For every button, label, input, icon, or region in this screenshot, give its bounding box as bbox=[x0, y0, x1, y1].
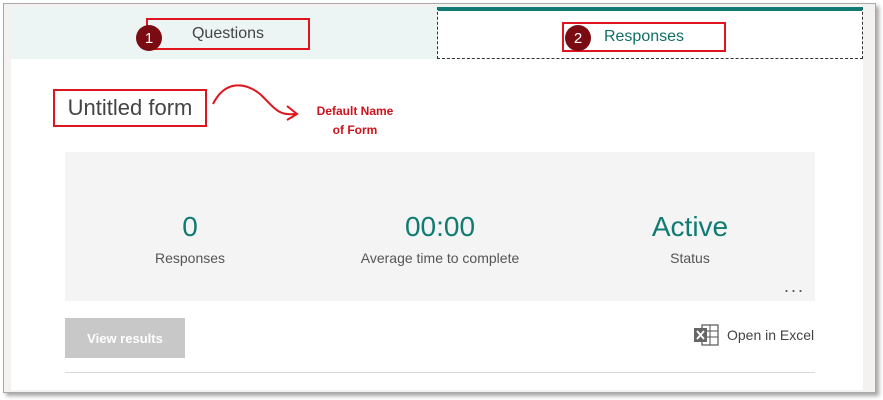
stat-responses-label: Responses bbox=[154, 250, 226, 266]
stat-status-label: Status bbox=[670, 250, 710, 266]
stat-status: Active Status bbox=[580, 211, 800, 267]
annotation-note: Default Name of Form bbox=[300, 102, 410, 140]
tab-questions-label-box[interactable]: Questions bbox=[146, 18, 310, 50]
annotation-line-1: Default Name bbox=[316, 104, 394, 118]
form-title-highlight: Untitled form bbox=[53, 89, 207, 127]
stat-responses-value: 0 bbox=[182, 211, 198, 242]
stat-average-time: 00:00 Average time to complete bbox=[330, 211, 550, 267]
summary-panel: 0 Responses 00:00 Average time to comple… bbox=[65, 152, 815, 301]
stat-status-value: Active bbox=[651, 211, 729, 242]
step-badge-1: 1 bbox=[136, 25, 162, 51]
divider bbox=[65, 372, 815, 373]
tab-responses-label: Responses bbox=[603, 28, 685, 45]
tab-questions-label: Questions bbox=[191, 25, 265, 42]
step-badge-2: 2 bbox=[565, 25, 591, 51]
annotation-arrow-icon bbox=[212, 84, 299, 121]
view-results-button[interactable]: View results bbox=[65, 318, 185, 358]
excel-icon bbox=[694, 324, 719, 346]
stat-average-time-value: 00:00 bbox=[404, 211, 476, 242]
form-title[interactable]: Untitled form bbox=[68, 95, 193, 121]
annotation-line-2: of Form bbox=[332, 123, 378, 138]
more-options-icon[interactable]: ... bbox=[784, 277, 805, 295]
stat-responses: 0 Responses bbox=[80, 211, 300, 267]
open-in-excel-button[interactable]: Open in Excel bbox=[693, 322, 814, 348]
open-in-excel-label: Open in Excel bbox=[727, 327, 815, 343]
stat-average-time-label: Average time to complete bbox=[360, 250, 520, 266]
